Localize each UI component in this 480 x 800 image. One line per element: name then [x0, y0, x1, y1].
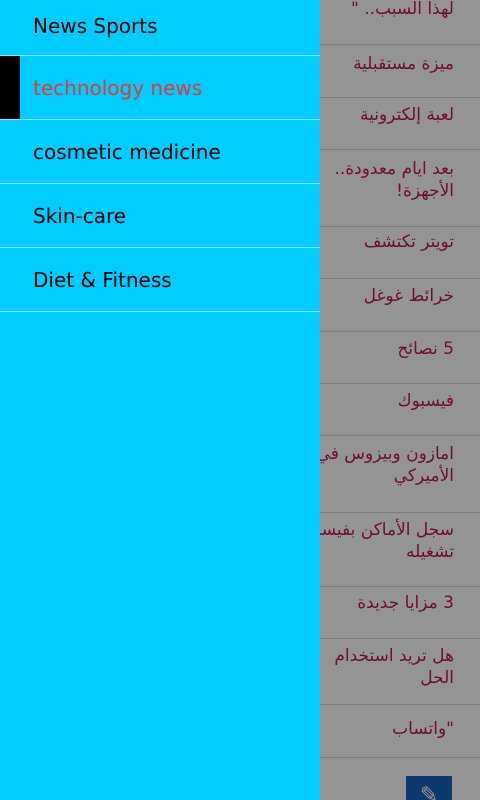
drawer-item-label: News Sports — [33, 14, 158, 38]
drawer-item-cosmetic-medicine[interactable]: cosmetic medicine — [0, 120, 320, 184]
drawer-item-label: cosmetic medicine — [33, 139, 221, 164]
drawer-item-news-sports[interactable]: News Sports — [0, 0, 320, 56]
app-screen: لهذا السبب.. " ميزة مستقبلية لعبة إلكترو… — [0, 0, 480, 800]
drawer-item-skin-care[interactable]: Skin-care — [0, 184, 320, 248]
drawer-item-label: Skin-care — [33, 203, 127, 228]
drawer-item-label: technology news — [33, 75, 203, 100]
drawer-item-technology-news[interactable]: technology news — [0, 56, 320, 120]
drawer-item-diet-fitness[interactable]: Diet & Fitness — [0, 248, 320, 312]
drawer-item-label: Diet & Fitness — [33, 267, 172, 292]
navigation-drawer: News Sports technology news cosmetic med… — [0, 0, 320, 800]
active-indicator — [0, 56, 20, 119]
